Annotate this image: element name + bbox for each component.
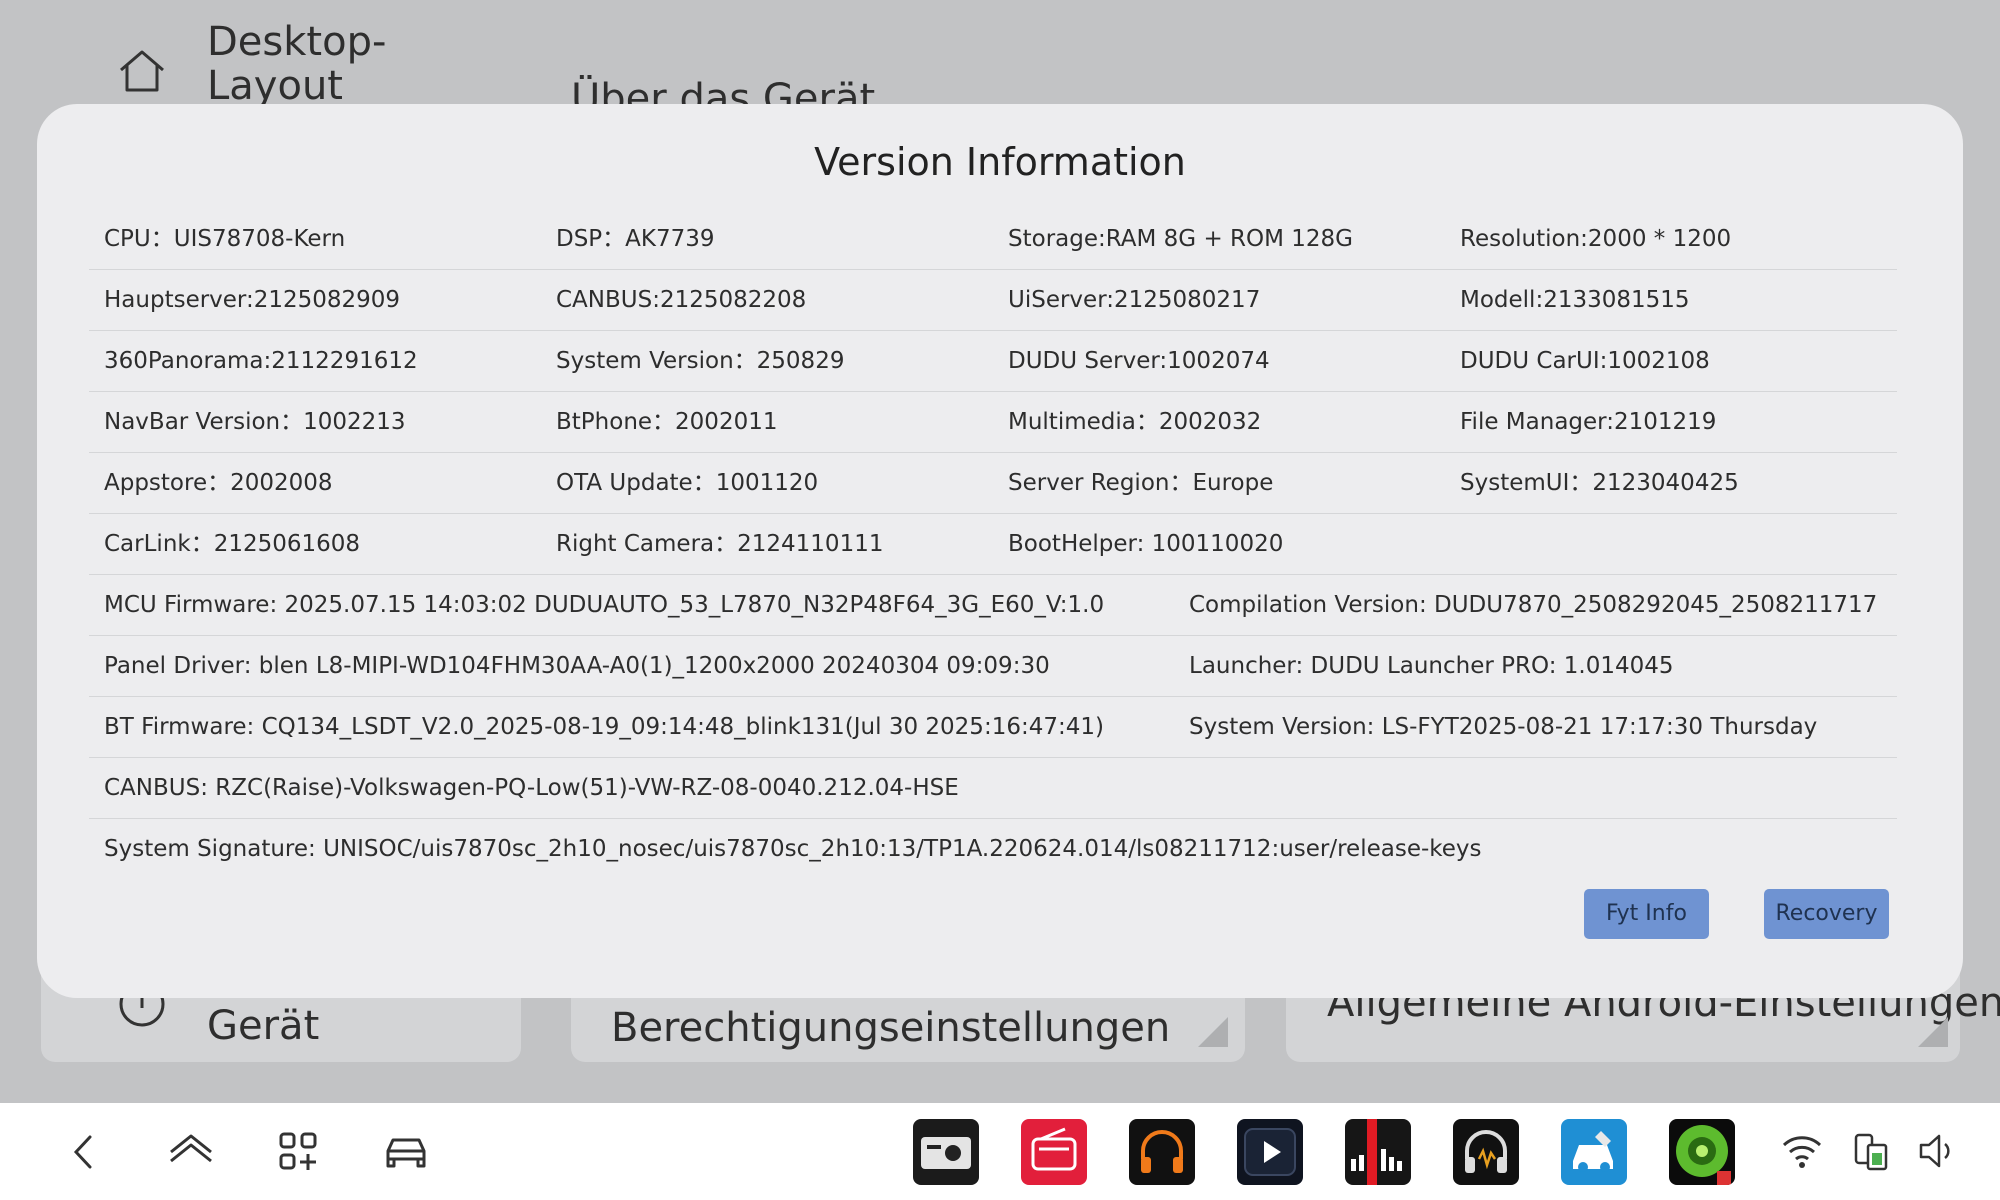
back-icon[interactable] — [62, 1129, 108, 1175]
card-permissions-label: Berechtigungseinstellungen — [611, 1005, 1171, 1051]
info-cell: Resolution:2000 * 1200 — [1460, 226, 1732, 252]
level-pro-app-icon[interactable] — [1669, 1119, 1735, 1185]
headphones-app-icon[interactable] — [1129, 1119, 1195, 1185]
info-cell: Compilation Version: DUDU7870_2508292045… — [1189, 592, 1878, 618]
corner-indicator — [1918, 1017, 1948, 1047]
info-cell: UiServer:2125080217 — [1008, 287, 1261, 313]
info-cell: File Manager:2101219 — [1460, 409, 1717, 435]
info-cell: CANBUS:2125082208 — [556, 287, 807, 313]
table-row: System Signature: UNISOC/uis7870sc_2h10_… — [89, 819, 1897, 880]
info-cell: System Signature: UNISOC/uis7870sc_2h10_… — [104, 836, 1482, 862]
info-cell: DUDU Server:1002074 — [1008, 348, 1270, 374]
info-cell: MCU Firmware: 2025.07.15 14:03:02 DUDUAU… — [104, 592, 1105, 618]
table-row: BT Firmware: CQ134_LSDT_V2.0_2025-08-19_… — [89, 697, 1897, 758]
dialog-title: Version Information — [814, 140, 1186, 184]
table-row: MCU Firmware: 2025.07.15 14:03:02 DUDUAU… — [89, 575, 1897, 636]
table-row: CANBUS: RZC(Raise)-Volkswagen-PQ-Low(51)… — [89, 758, 1897, 819]
info-cell: BT Firmware: CQ134_LSDT_V2.0_2025-08-19_… — [104, 714, 1104, 740]
phone-battery-icon[interactable] — [1850, 1131, 1894, 1171]
info-cell: Multimedia：2002032 — [1008, 409, 1262, 435]
table-row: Panel Driver: blen L8-MIPI-WD104FHM30AA-… — [89, 636, 1897, 697]
info-cell: NavBar Version：1002213 — [104, 409, 406, 435]
home-icon[interactable] — [168, 1129, 214, 1175]
video-player-app-icon[interactable] — [1237, 1119, 1303, 1185]
info-cell: CANBUS: RZC(Raise)-Volkswagen-PQ-Low(51)… — [104, 775, 959, 801]
fyt-info-button[interactable]: Fyt Info — [1584, 889, 1709, 939]
info-cell: System Version: LS-FYT2025-08-21 17:17:3… — [1189, 714, 1818, 740]
volume-icon[interactable] — [1915, 1131, 1959, 1171]
corner-indicator — [1198, 1017, 1228, 1047]
info-cell: Hauptserver:2125082909 — [104, 287, 401, 313]
info-cell: Launcher: DUDU Launcher PRO: 1.014045 — [1189, 653, 1674, 679]
info-cell: OTA Update：1001120 — [556, 470, 819, 496]
table-row: CPU：UIS78708-Kern DSP：AK7739 Storage:RAM… — [89, 209, 1897, 270]
info-cell: SystemUI：2123040425 — [1460, 470, 1739, 496]
recovery-button[interactable]: Recovery — [1764, 889, 1889, 939]
version-info-table: CPU：UIS78708-Kern DSP：AK7739 Storage:RAM… — [89, 209, 1897, 880]
info-cell: CPU：UIS78708-Kern — [104, 226, 346, 252]
info-cell: 360Panorama:2112291612 — [104, 348, 418, 374]
table-row: CarLink：2125061608 Right Camera：21241101… — [89, 514, 1897, 575]
car-service-app-icon[interactable] — [1561, 1119, 1627, 1185]
info-cell: Server Region：Europe — [1008, 470, 1274, 496]
info-cell: DUDU CarUI:1002108 — [1460, 348, 1710, 374]
card-device-label: Gerät — [207, 1003, 320, 1049]
radio-app-icon[interactable] — [913, 1119, 979, 1185]
info-cell: BootHelper: 100110020 — [1008, 531, 1284, 557]
apps-icon[interactable] — [276, 1129, 322, 1175]
table-row: 360Panorama:2112291612 System Version：25… — [89, 331, 1897, 392]
home-icon — [120, 50, 164, 92]
sidebar-item-desktop-layout[interactable]: Desktop-Layout — [207, 20, 447, 104]
info-cell: Modell:2133081515 — [1460, 287, 1690, 313]
info-cell: System Version：250829 — [556, 348, 845, 374]
fm-radio-app-icon[interactable] — [1021, 1119, 1087, 1185]
info-cell: Appstore：2002008 — [104, 470, 333, 496]
info-cell: Storage:RAM 8G + ROM 128G — [1008, 226, 1353, 252]
info-cell: BtPhone：2002011 — [556, 409, 778, 435]
audio-app-icon[interactable] — [1453, 1119, 1519, 1185]
car-icon[interactable] — [383, 1129, 429, 1175]
info-cell: Right Camera：2124110111 — [556, 531, 884, 557]
wifi-icon[interactable] — [1780, 1131, 1824, 1171]
table-row: NavBar Version：1002213 BtPhone：2002011 M… — [89, 392, 1897, 453]
table-row: Appstore：2002008 OTA Update：1001120 Serv… — [89, 453, 1897, 514]
table-row: Hauptserver:2125082909 CANBUS:2125082208… — [89, 270, 1897, 331]
navigation-bar — [0, 1103, 2000, 1200]
info-cell: Panel Driver: blen L8-MIPI-WD104FHM30AA-… — [104, 653, 1050, 679]
info-cell: DSP：AK7739 — [556, 226, 715, 252]
equalizer-app-icon[interactable] — [1345, 1119, 1411, 1185]
info-cell: CarLink：2125061608 — [104, 531, 361, 557]
